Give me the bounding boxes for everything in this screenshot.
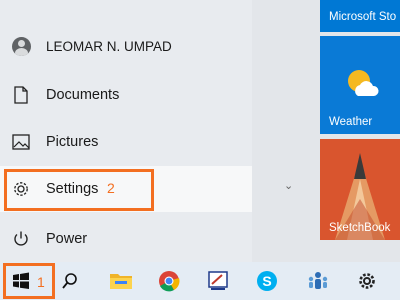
user-avatar-icon bbox=[11, 36, 31, 56]
power-item[interactable]: Power bbox=[0, 216, 252, 262]
start-menu-panel: LEOMAR N. UMPAD Documents Pictures Setti… bbox=[0, 0, 252, 262]
tile-weather[interactable]: Weather bbox=[320, 36, 400, 134]
picture-icon bbox=[11, 132, 31, 152]
documents-label: Documents bbox=[46, 87, 120, 103]
power-icon bbox=[11, 229, 31, 249]
tile-label: SketchBook bbox=[329, 222, 391, 234]
file-explorer-icon[interactable] bbox=[108, 268, 134, 294]
svg-text:S: S bbox=[262, 273, 271, 289]
pictures-item[interactable]: Pictures bbox=[0, 119, 252, 165]
skype-icon[interactable]: S bbox=[254, 268, 280, 294]
documents-item[interactable]: Documents bbox=[0, 72, 252, 118]
weather-icon bbox=[348, 70, 379, 96]
power-label: Power bbox=[46, 231, 88, 247]
people-icon[interactable] bbox=[305, 268, 331, 294]
document-icon bbox=[11, 85, 31, 105]
chevron-down-icon[interactable]: ⌄ bbox=[284, 179, 293, 192]
search-icon[interactable] bbox=[57, 268, 83, 294]
step-number-2: 2 bbox=[107, 180, 115, 196]
tile-sketchbook[interactable]: SketchBook bbox=[320, 139, 400, 240]
settings-gear-icon[interactable] bbox=[354, 268, 380, 294]
user-account-item[interactable]: LEOMAR N. UMPAD bbox=[0, 23, 252, 69]
tile-microsoft-store[interactable]: Microsoft Sto bbox=[320, 0, 400, 32]
start-highlight-box bbox=[3, 263, 55, 299]
pictures-label: Pictures bbox=[46, 134, 99, 150]
user-name: LEOMAR N. UMPAD bbox=[46, 38, 172, 54]
snipping-tool-icon[interactable] bbox=[205, 268, 231, 294]
step-number-1: 1 bbox=[37, 274, 45, 290]
settings-highlight-box bbox=[4, 169, 154, 211]
tile-label: Weather bbox=[329, 116, 373, 128]
chrome-icon[interactable] bbox=[156, 268, 182, 294]
tile-label: Microsoft Sto bbox=[329, 11, 397, 23]
